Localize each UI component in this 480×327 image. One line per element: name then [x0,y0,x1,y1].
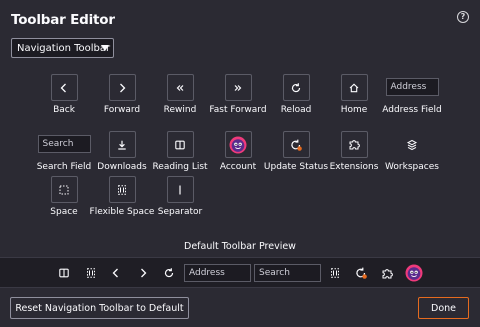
separator-icon [166,176,194,203]
fast-forward-icon [224,74,252,101]
download-icon [108,131,136,158]
extensions-puzzle-icon [340,131,368,158]
item-workspaces[interactable]: Workspaces [370,131,454,172]
workspaces-icon [398,131,426,158]
preview-search-field: Search [254,264,321,282]
extensions-puzzle-icon [379,264,395,282]
done-button[interactable]: Done [418,297,469,319]
chevron-down-icon [101,45,109,51]
forward-icon [135,264,151,282]
reload-icon [282,74,310,101]
flexible-space-icon [83,264,99,282]
address-field-sample: Address [385,78,439,96]
flexible-space-icon [327,264,343,282]
reload-icon [161,264,177,282]
account-avatar-icon [224,131,252,158]
space-icon [50,176,78,203]
item-label: Rewind [163,105,197,115]
item-label: Space [50,207,78,217]
update-status-icon [353,264,369,282]
update-status-icon [282,131,310,158]
home-icon [340,74,368,101]
item-label: Address Field [382,105,442,115]
item-label: Separator [157,207,203,217]
forward-icon [108,74,136,101]
item-address-field[interactable]: Address Address Field [370,74,454,115]
page-title: Toolbar Editor [11,12,115,28]
back-icon [108,264,124,282]
preview-title: Default Toolbar Preview [184,241,296,252]
back-icon [50,74,78,101]
item-separator[interactable]: Separator [138,176,222,217]
rewind-icon [166,74,194,101]
item-label: Account [219,162,257,172]
help-icon[interactable]: ? [457,11,469,23]
item-label: Home [340,105,368,115]
item-label: Forward [103,105,141,115]
reading-list-icon [56,264,72,282]
reading-list-icon [166,131,194,158]
item-label: Reload [280,105,312,115]
preview-address-field: Address [184,264,251,282]
toolbar-preview: Address Search [0,257,480,288]
toolbar-select[interactable]: Navigation Toolbar [11,38,114,58]
account-avatar-icon [404,264,424,282]
toolbar-select-value: Navigation Toolbar [17,42,111,54]
item-label: Workspaces [385,162,439,172]
reset-button[interactable]: Reset Navigation Toolbar to Default [10,297,189,319]
item-label: Back [53,105,75,115]
flexible-space-icon [108,176,136,203]
